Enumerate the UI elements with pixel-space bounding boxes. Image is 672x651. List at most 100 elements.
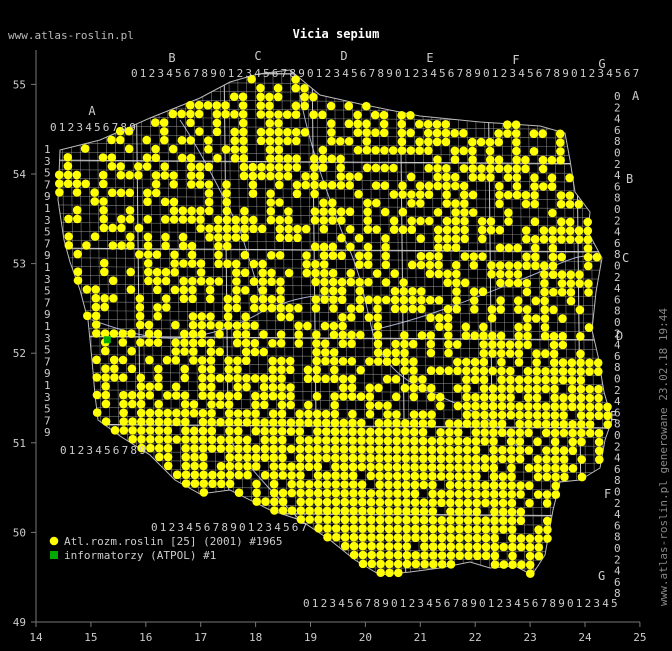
occurrence-dot bbox=[181, 426, 190, 436]
occurrence-dot bbox=[278, 462, 287, 471]
occurrence-dot bbox=[232, 286, 241, 295]
occurrence-dot bbox=[337, 286, 347, 296]
occurrence-dot bbox=[488, 384, 498, 393]
occurrence-dot bbox=[472, 489, 481, 499]
occurrence-dot bbox=[507, 507, 517, 517]
occurrence-dot bbox=[480, 410, 489, 420]
occurrence-dot bbox=[384, 489, 393, 498]
occurrence-dot bbox=[498, 481, 508, 490]
occurrence-dot bbox=[233, 365, 242, 374]
occurrence-dot bbox=[574, 200, 583, 209]
grid-digit-top: 3 bbox=[76, 121, 83, 134]
occurrence-dot bbox=[204, 206, 214, 216]
occurrence-dot bbox=[454, 480, 464, 490]
occurrence-dot bbox=[313, 436, 322, 445]
occurrence-dot bbox=[515, 419, 524, 429]
occurrence-dot bbox=[426, 313, 435, 323]
occurrence-dot bbox=[180, 329, 189, 339]
occurrence-dot bbox=[514, 358, 524, 367]
grid-digit-bottom: 8 bbox=[461, 597, 468, 610]
occurrence-dot bbox=[415, 146, 424, 155]
occurrence-dot bbox=[314, 515, 323, 524]
occurrence-dot bbox=[145, 408, 155, 418]
occurrence-dot bbox=[495, 190, 504, 200]
occurrence-dot bbox=[471, 401, 480, 411]
occurrence-dot bbox=[64, 232, 73, 241]
occurrence-dot bbox=[381, 242, 390, 252]
occurrence-dot bbox=[400, 348, 409, 358]
occurrence-dot bbox=[427, 419, 437, 428]
occurrence-dot bbox=[336, 154, 345, 164]
occurrence-dot bbox=[331, 524, 341, 533]
occurrence-dot bbox=[393, 498, 402, 507]
occurrence-dot bbox=[418, 375, 427, 384]
occurrence-dot bbox=[169, 206, 179, 215]
occurrence-dot bbox=[411, 524, 420, 534]
occurrence-dot bbox=[558, 375, 568, 385]
occurrence-dot bbox=[278, 435, 287, 445]
occurrence-dot bbox=[250, 321, 259, 330]
occurrence-dot bbox=[240, 250, 250, 260]
grid-digit-top: 6 bbox=[272, 67, 279, 80]
occurrence-dot bbox=[373, 339, 383, 349]
occurrence-dot bbox=[186, 171, 196, 180]
occurrence-dot bbox=[339, 427, 349, 437]
occurrence-dot bbox=[452, 287, 461, 296]
occurrence-dot bbox=[313, 480, 323, 489]
occurrence-dot bbox=[416, 216, 425, 226]
occurrence-dot bbox=[231, 233, 241, 242]
occurrence-dot bbox=[224, 409, 234, 418]
occurrence-dot bbox=[276, 295, 285, 304]
occurrence-dot bbox=[532, 358, 541, 367]
occurrence-dot bbox=[480, 437, 490, 446]
occurrence-dot bbox=[355, 304, 365, 313]
occurrence-dot bbox=[452, 296, 461, 305]
occurrence-dot bbox=[460, 234, 470, 244]
occurrence-dot bbox=[499, 542, 508, 552]
occurrence-dot bbox=[417, 331, 427, 340]
occurrence-dot bbox=[532, 367, 541, 376]
occurrence-dot bbox=[428, 533, 438, 543]
occurrence-dot bbox=[127, 390, 137, 400]
occurrence-dot bbox=[481, 489, 490, 499]
occurrence-dot bbox=[507, 490, 517, 499]
occurrence-dot bbox=[366, 497, 376, 507]
occurrence-dot bbox=[372, 269, 382, 278]
occurrence-dot bbox=[205, 233, 214, 242]
occurrence-dot bbox=[230, 154, 240, 163]
occurrence-dot bbox=[443, 304, 453, 314]
occurrence-dot bbox=[265, 136, 275, 146]
occurrence-dot bbox=[380, 163, 390, 173]
occurrence-dot bbox=[490, 551, 500, 561]
occurrence-dot bbox=[313, 471, 323, 480]
x-tick-label: 25 bbox=[633, 631, 646, 644]
occurrence-dot bbox=[426, 339, 436, 349]
occurrence-dot bbox=[477, 217, 487, 226]
occurrence-dot bbox=[134, 171, 143, 180]
occurrence-dot bbox=[442, 190, 451, 199]
occurrence-dot bbox=[393, 480, 402, 490]
occurrence-dot bbox=[416, 260, 426, 270]
occurrence-dot bbox=[530, 182, 539, 191]
occurrence-dot bbox=[160, 171, 170, 180]
occurrence-dot bbox=[541, 411, 551, 420]
occurrence-dot bbox=[224, 400, 234, 409]
occurrence-dot bbox=[144, 276, 153, 286]
occurrence-dot bbox=[539, 261, 549, 271]
occurrence-dot bbox=[328, 242, 338, 252]
occurrence-dot bbox=[505, 340, 515, 350]
occurrence-dot bbox=[196, 259, 206, 268]
occurrence-dot bbox=[83, 311, 92, 321]
occurrence-dot bbox=[524, 446, 534, 455]
occurrence-dot bbox=[407, 260, 417, 270]
occurrence-dot bbox=[419, 471, 428, 481]
occurrence-dot bbox=[364, 313, 374, 322]
occurrence-dot bbox=[463, 472, 472, 481]
grid-digit-top: 7 bbox=[281, 67, 288, 80]
occurrence-dot bbox=[319, 242, 329, 252]
occurrence-dot bbox=[416, 199, 425, 208]
occurrence-dot bbox=[532, 393, 542, 403]
occurrence-dot bbox=[455, 542, 464, 552]
occurrence-dot bbox=[170, 285, 180, 295]
occurrence-dot bbox=[525, 498, 534, 508]
